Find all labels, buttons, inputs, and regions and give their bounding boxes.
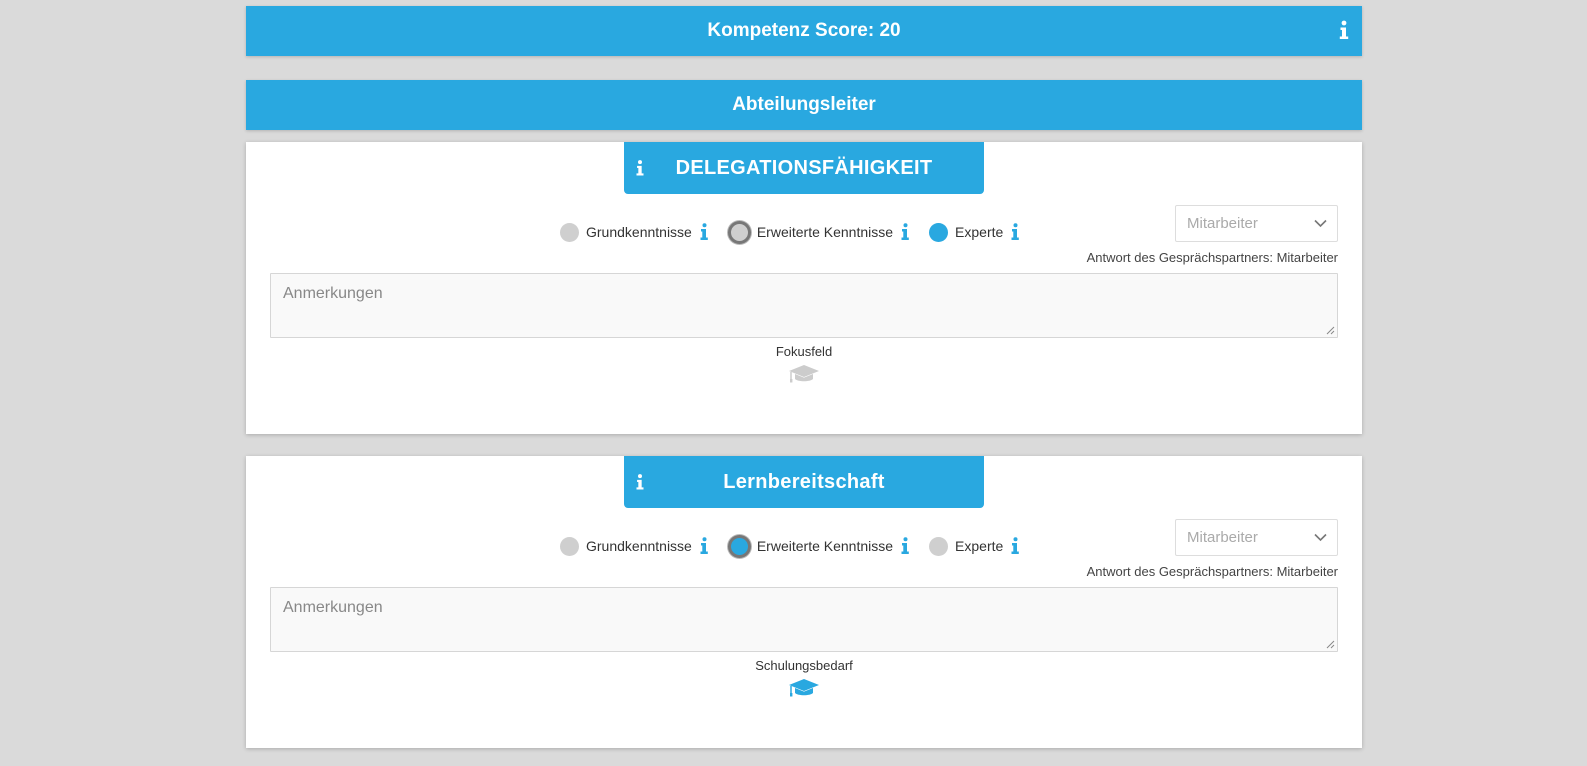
option-grundkenntnisse[interactable]: Grundkenntnisse bbox=[560, 222, 708, 242]
radio-button[interactable] bbox=[727, 220, 751, 244]
select-value: Mitarbeiter bbox=[1187, 529, 1258, 546]
info-icon[interactable] bbox=[901, 223, 909, 241]
card-title: Lernbereitschaft bbox=[723, 470, 885, 493]
partner-answer: Antwort des Gesprächspartners: Mitarbeit… bbox=[1086, 250, 1338, 265]
resize-grip-icon[interactable] bbox=[1325, 639, 1335, 649]
level-options: Grundkenntnisse Erweiterte Kenntnisse Ex… bbox=[560, 534, 1039, 558]
level-options: Grundkenntnisse Erweiterte Kenntnisse Ex… bbox=[560, 220, 1039, 244]
focus-label: Fokusfeld bbox=[775, 344, 833, 359]
competency-card: DELEGATIONSFÄHIGKEIT Grundkenntnisse Erw… bbox=[246, 142, 1362, 434]
option-label: Grundkenntnisse bbox=[586, 224, 692, 240]
role-label: Abteilungsleiter bbox=[732, 94, 876, 115]
option-label: Grundkenntnisse bbox=[586, 538, 692, 554]
option-erweiterte-kenntnisse[interactable]: Erweiterte Kenntnisse bbox=[727, 220, 909, 244]
info-icon[interactable] bbox=[635, 473, 645, 491]
notes-placeholder: Anmerkungen bbox=[283, 599, 383, 616]
option-label: Erweiterte Kenntnisse bbox=[756, 538, 894, 554]
notes-placeholder: Anmerkungen bbox=[283, 285, 383, 302]
radio-button[interactable] bbox=[727, 534, 751, 558]
graduation-cap-icon[interactable] bbox=[788, 364, 820, 384]
radio-button[interactable] bbox=[560, 536, 579, 556]
info-icon[interactable] bbox=[1011, 537, 1020, 555]
radio-button[interactable] bbox=[929, 222, 949, 242]
competency-card: Lernbereitschaft Grundkenntnisse Erweite… bbox=[246, 456, 1362, 748]
option-label: Erweiterte Kenntnisse bbox=[756, 224, 894, 240]
respondent-select[interactable]: Mitarbeiter bbox=[1175, 519, 1338, 556]
option-erweiterte-kenntnisse[interactable]: Erweiterte Kenntnisse bbox=[727, 534, 909, 558]
notes-textarea[interactable]: Anmerkungen bbox=[270, 273, 1338, 338]
focus-label: Schulungsbedarf bbox=[755, 658, 853, 673]
card-header: DELEGATIONSFÄHIGKEIT bbox=[624, 142, 984, 194]
info-icon[interactable] bbox=[1011, 223, 1020, 241]
partner-answer: Antwort des Gesprächspartners: Mitarbeit… bbox=[1086, 564, 1338, 579]
score-label: Kompetenz Score: 20 bbox=[707, 20, 901, 41]
info-icon[interactable] bbox=[635, 159, 645, 177]
option-experte[interactable]: Experte bbox=[929, 222, 1020, 242]
option-experte[interactable]: Experte bbox=[929, 536, 1020, 556]
radio-button[interactable] bbox=[929, 536, 949, 556]
radio-button[interactable] bbox=[560, 222, 579, 242]
score-bar: Kompetenz Score: 20 bbox=[246, 6, 1362, 56]
graduation-cap-icon[interactable] bbox=[788, 678, 820, 698]
notes-textarea[interactable]: Anmerkungen bbox=[270, 587, 1338, 652]
respondent-select[interactable]: Mitarbeiter bbox=[1175, 205, 1338, 242]
info-icon[interactable] bbox=[700, 223, 708, 241]
info-icon[interactable] bbox=[901, 537, 909, 555]
info-icon[interactable] bbox=[1338, 20, 1350, 40]
card-title: DELEGATIONSFÄHIGKEIT bbox=[675, 156, 933, 179]
chevron-down-icon bbox=[1314, 219, 1327, 228]
role-bar: Abteilungsleiter bbox=[246, 80, 1362, 130]
option-label: Experte bbox=[955, 538, 1004, 554]
card-header: Lernbereitschaft bbox=[624, 456, 984, 508]
info-icon[interactable] bbox=[700, 537, 708, 555]
option-label: Experte bbox=[955, 224, 1004, 240]
resize-grip-icon[interactable] bbox=[1325, 325, 1335, 335]
chevron-down-icon bbox=[1314, 533, 1327, 542]
option-grundkenntnisse[interactable]: Grundkenntnisse bbox=[560, 536, 708, 556]
select-value: Mitarbeiter bbox=[1187, 215, 1258, 232]
